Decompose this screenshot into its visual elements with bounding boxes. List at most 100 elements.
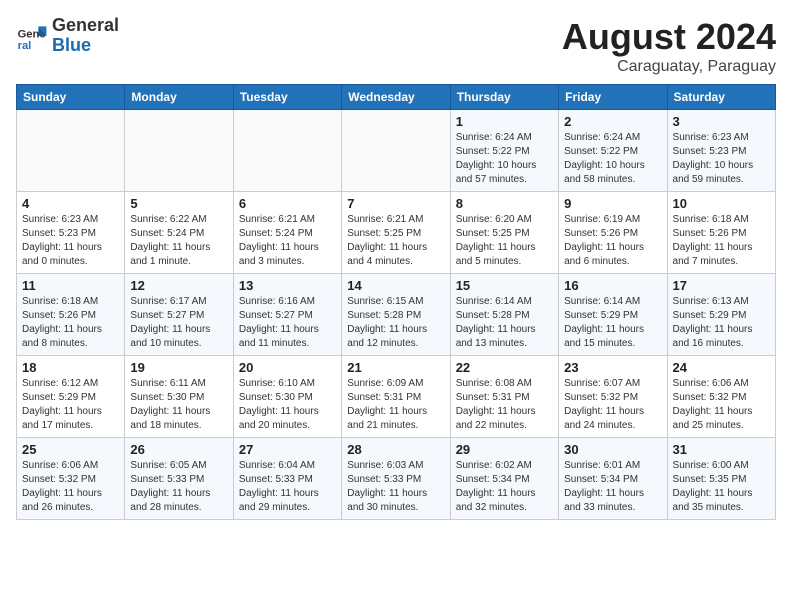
day-info: Sunrise: 6:20 AM Sunset: 5:25 PM Dayligh… — [456, 213, 553, 269]
calendar-cell: 2 Sunrise: 6:24 AM Sunset: 5:22 PM Daylig… — [559, 110, 667, 192]
calendar-cell: 30Sunrise: 6:01 AM Sunset: 5:34 PM Dayli… — [559, 438, 667, 520]
title-block: August 2024 Caraguatay, Paraguay — [562, 16, 776, 76]
day-number: 17 — [673, 278, 770, 293]
day-info: Sunrise: 6:04 AM Sunset: 5:33 PM Dayligh… — [239, 459, 336, 515]
calendar-cell: 15 Sunrise: 6:14 AM Sunset: 5:28 PM Dayli… — [450, 274, 558, 356]
weekday-header: Wednesday — [342, 85, 450, 110]
day-number: 15 — [456, 278, 553, 293]
logo-icon: Gene ral — [16, 20, 48, 52]
day-info: Sunrise: 6:03 AM Sunset: 5:33 PM Dayligh… — [347, 459, 444, 515]
calendar-cell: 14 Sunrise: 6:15 AM Sunset: 5:28 PM Dayli… — [342, 274, 450, 356]
day-info: Sunrise: 6:22 AM Sunset: 5:24 PM Dayligh… — [130, 213, 227, 269]
calendar-week: 18Sunrise: 6:12 AM Sunset: 5:29 PM Dayli… — [17, 356, 776, 438]
day-info: Sunrise: 6:14 AM Sunset: 5:28 PM Dayligh… — [456, 295, 553, 351]
logo-general: General — [52, 16, 119, 36]
calendar-cell — [125, 110, 233, 192]
day-info: Sunrise: 6:18 AM Sunset: 5:26 PM Dayligh… — [22, 295, 119, 351]
day-number: 23 — [564, 360, 661, 375]
weekday-header: Sunday — [17, 85, 125, 110]
day-info: Sunrise: 6:21 AM Sunset: 5:25 PM Dayligh… — [347, 213, 444, 269]
day-number: 3 — [673, 114, 770, 129]
calendar-cell: 16Sunrise: 6:14 AM Sunset: 5:29 PM Dayli… — [559, 274, 667, 356]
day-info: Sunrise: 6:21 AM Sunset: 5:24 PM Dayligh… — [239, 213, 336, 269]
day-info: Sunrise: 6:19 AM Sunset: 5:26 PM Dayligh… — [564, 213, 661, 269]
calendar-cell: 3 Sunrise: 6:23 AM Sunset: 5:23 PM Daylig… — [667, 110, 775, 192]
day-info: Sunrise: 6:18 AM Sunset: 5:26 PM Dayligh… — [673, 213, 770, 269]
calendar-cell: 4 Sunrise: 6:23 AM Sunset: 5:23 PM Daylig… — [17, 192, 125, 274]
day-info: Sunrise: 6:05 AM Sunset: 5:33 PM Dayligh… — [130, 459, 227, 515]
day-info: Sunrise: 6:11 AM Sunset: 5:30 PM Dayligh… — [130, 377, 227, 433]
day-number: 10 — [673, 196, 770, 211]
day-number: 2 — [564, 114, 661, 129]
day-info: Sunrise: 6:23 AM Sunset: 5:23 PM Dayligh… — [22, 213, 119, 269]
weekday-header: Monday — [125, 85, 233, 110]
day-info: Sunrise: 6:02 AM Sunset: 5:34 PM Dayligh… — [456, 459, 553, 515]
calendar-cell: 28 Sunrise: 6:03 AM Sunset: 5:33 PM Dayli… — [342, 438, 450, 520]
day-number: 31 — [673, 442, 770, 457]
day-number: 16 — [564, 278, 661, 293]
calendar-week: 4 Sunrise: 6:23 AM Sunset: 5:23 PM Daylig… — [17, 192, 776, 274]
calendar-cell — [342, 110, 450, 192]
day-number: 30 — [564, 442, 661, 457]
day-number: 8 — [456, 196, 553, 211]
calendar-cell: 20 Sunrise: 6:10 AM Sunset: 5:30 PM Dayli… — [233, 356, 341, 438]
day-number: 24 — [673, 360, 770, 375]
weekday-header: Thursday — [450, 85, 558, 110]
calendar-cell: 19 Sunrise: 6:11 AM Sunset: 5:30 PM Dayli… — [125, 356, 233, 438]
page-header: Gene ral General Blue August 2024 Caragu… — [16, 16, 776, 76]
calendar-cell: 13 Sunrise: 6:16 AM Sunset: 5:27 PM Dayli… — [233, 274, 341, 356]
calendar-cell — [17, 110, 125, 192]
day-info: Sunrise: 6:06 AM Sunset: 5:32 PM Dayligh… — [673, 377, 770, 433]
day-number: 19 — [130, 360, 227, 375]
day-number: 28 — [347, 442, 444, 457]
day-info: Sunrise: 6:00 AM Sunset: 5:35 PM Dayligh… — [673, 459, 770, 515]
calendar-table: SundayMondayTuesdayWednesdayThursdayFrid… — [16, 84, 776, 520]
calendar-cell: 26 Sunrise: 6:05 AM Sunset: 5:33 PM Dayli… — [125, 438, 233, 520]
calendar-cell: 24 Sunrise: 6:06 AM Sunset: 5:32 PM Dayli… — [667, 356, 775, 438]
logo-text: General Blue — [52, 16, 119, 56]
day-number: 6 — [239, 196, 336, 211]
day-info: Sunrise: 6:17 AM Sunset: 5:27 PM Dayligh… — [130, 295, 227, 351]
day-info: Sunrise: 6:15 AM Sunset: 5:28 PM Dayligh… — [347, 295, 444, 351]
calendar-cell: 17 Sunrise: 6:13 AM Sunset: 5:29 PM Dayli… — [667, 274, 775, 356]
calendar-cell: 23 Sunrise: 6:07 AM Sunset: 5:32 PM Dayli… — [559, 356, 667, 438]
calendar-cell: 31 Sunrise: 6:00 AM Sunset: 5:35 PM Dayli… — [667, 438, 775, 520]
day-number: 14 — [347, 278, 444, 293]
calendar-cell: 11 Sunrise: 6:18 AM Sunset: 5:26 PM Dayli… — [17, 274, 125, 356]
day-number: 11 — [22, 278, 119, 293]
day-info: Sunrise: 6:23 AM Sunset: 5:23 PM Dayligh… — [673, 131, 770, 187]
calendar-cell: 9Sunrise: 6:19 AM Sunset: 5:26 PM Daylig… — [559, 192, 667, 274]
calendar-cell — [233, 110, 341, 192]
calendar-week: 11 Sunrise: 6:18 AM Sunset: 5:26 PM Dayli… — [17, 274, 776, 356]
day-number: 20 — [239, 360, 336, 375]
calendar-cell: 5Sunrise: 6:22 AM Sunset: 5:24 PM Daylig… — [125, 192, 233, 274]
weekday-header: Tuesday — [233, 85, 341, 110]
day-number: 13 — [239, 278, 336, 293]
calendar-title: August 2024 — [562, 16, 776, 58]
calendar-cell: 1Sunrise: 6:24 AM Sunset: 5:22 PM Daylig… — [450, 110, 558, 192]
calendar-cell: 25Sunrise: 6:06 AM Sunset: 5:32 PM Dayli… — [17, 438, 125, 520]
weekday-header: Friday — [559, 85, 667, 110]
calendar-cell: 29Sunrise: 6:02 AM Sunset: 5:34 PM Dayli… — [450, 438, 558, 520]
day-number: 12 — [130, 278, 227, 293]
day-info: Sunrise: 6:13 AM Sunset: 5:29 PM Dayligh… — [673, 295, 770, 351]
calendar-cell: 6 Sunrise: 6:21 AM Sunset: 5:24 PM Daylig… — [233, 192, 341, 274]
day-number: 27 — [239, 442, 336, 457]
calendar-cell: 27 Sunrise: 6:04 AM Sunset: 5:33 PM Dayli… — [233, 438, 341, 520]
logo-blue: Blue — [52, 36, 119, 56]
day-info: Sunrise: 6:07 AM Sunset: 5:32 PM Dayligh… — [564, 377, 661, 433]
calendar-cell: 10 Sunrise: 6:18 AM Sunset: 5:26 PM Dayli… — [667, 192, 775, 274]
day-number: 26 — [130, 442, 227, 457]
day-info: Sunrise: 6:12 AM Sunset: 5:29 PM Dayligh… — [22, 377, 119, 433]
calendar-cell: 18Sunrise: 6:12 AM Sunset: 5:29 PM Dayli… — [17, 356, 125, 438]
day-number: 7 — [347, 196, 444, 211]
day-info: Sunrise: 6:24 AM Sunset: 5:22 PM Dayligh… — [456, 131, 553, 187]
day-info: Sunrise: 6:10 AM Sunset: 5:30 PM Dayligh… — [239, 377, 336, 433]
day-info: Sunrise: 6:24 AM Sunset: 5:22 PM Dayligh… — [564, 131, 661, 187]
day-number: 25 — [22, 442, 119, 457]
day-number: 4 — [22, 196, 119, 211]
calendar-week: 1Sunrise: 6:24 AM Sunset: 5:22 PM Daylig… — [17, 110, 776, 192]
calendar-week: 25Sunrise: 6:06 AM Sunset: 5:32 PM Dayli… — [17, 438, 776, 520]
day-info: Sunrise: 6:08 AM Sunset: 5:31 PM Dayligh… — [456, 377, 553, 433]
day-info: Sunrise: 6:16 AM Sunset: 5:27 PM Dayligh… — [239, 295, 336, 351]
